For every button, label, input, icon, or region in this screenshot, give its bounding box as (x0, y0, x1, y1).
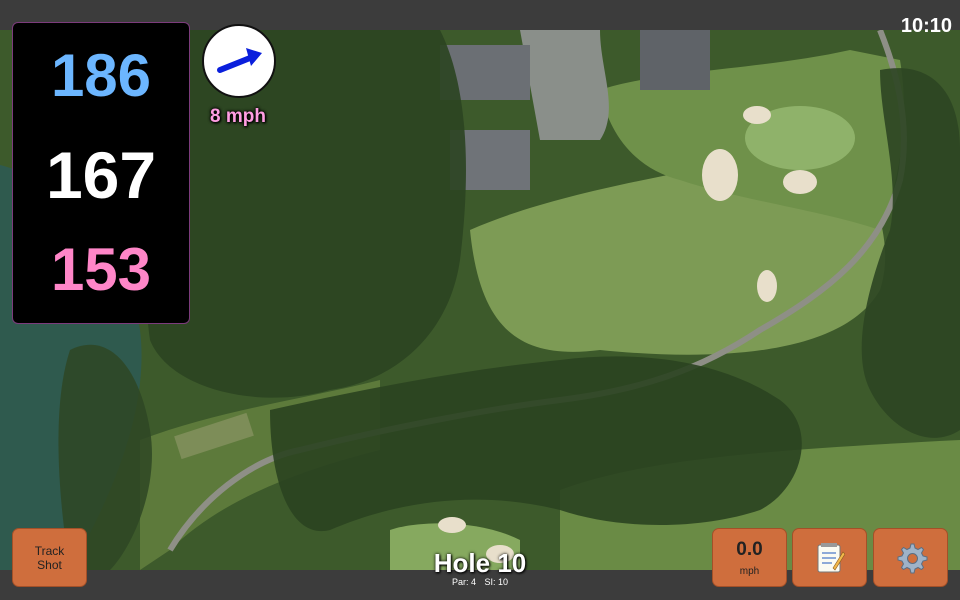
clock: 10:10 (900, 15, 952, 37)
wind-arrow-icon (217, 48, 262, 73)
speed-unit: mph (739, 566, 760, 577)
hole-stroke-index: SI: 10 (484, 577, 509, 587)
track-shot-label-2: Shot (37, 557, 62, 572)
middle-distance: 167 (45, 138, 157, 212)
hole-info: Par: 4 SI: 10 (380, 577, 580, 587)
track-shot-button[interactable]: Track Shot (12, 528, 87, 587)
hole-par: Par: 4 (451, 577, 476, 587)
hole-title: Hole 10 (433, 548, 527, 578)
front-distance: 153 (50, 236, 152, 303)
gear-icon (897, 543, 927, 573)
track-shot-label-1: Track (34, 543, 65, 558)
notes-button[interactable] (792, 528, 867, 587)
wind-speed: 8 mph (210, 106, 266, 127)
speed-button[interactable]: 0.0 mph (712, 528, 787, 587)
distance-panel: 186 167 153 (12, 22, 190, 324)
wind-direction-dial (202, 24, 276, 98)
settings-button[interactable] (873, 528, 948, 587)
back-distance: 186 (50, 42, 152, 109)
notepad-icon (817, 542, 845, 572)
speed-value: 0.0 (736, 539, 763, 560)
